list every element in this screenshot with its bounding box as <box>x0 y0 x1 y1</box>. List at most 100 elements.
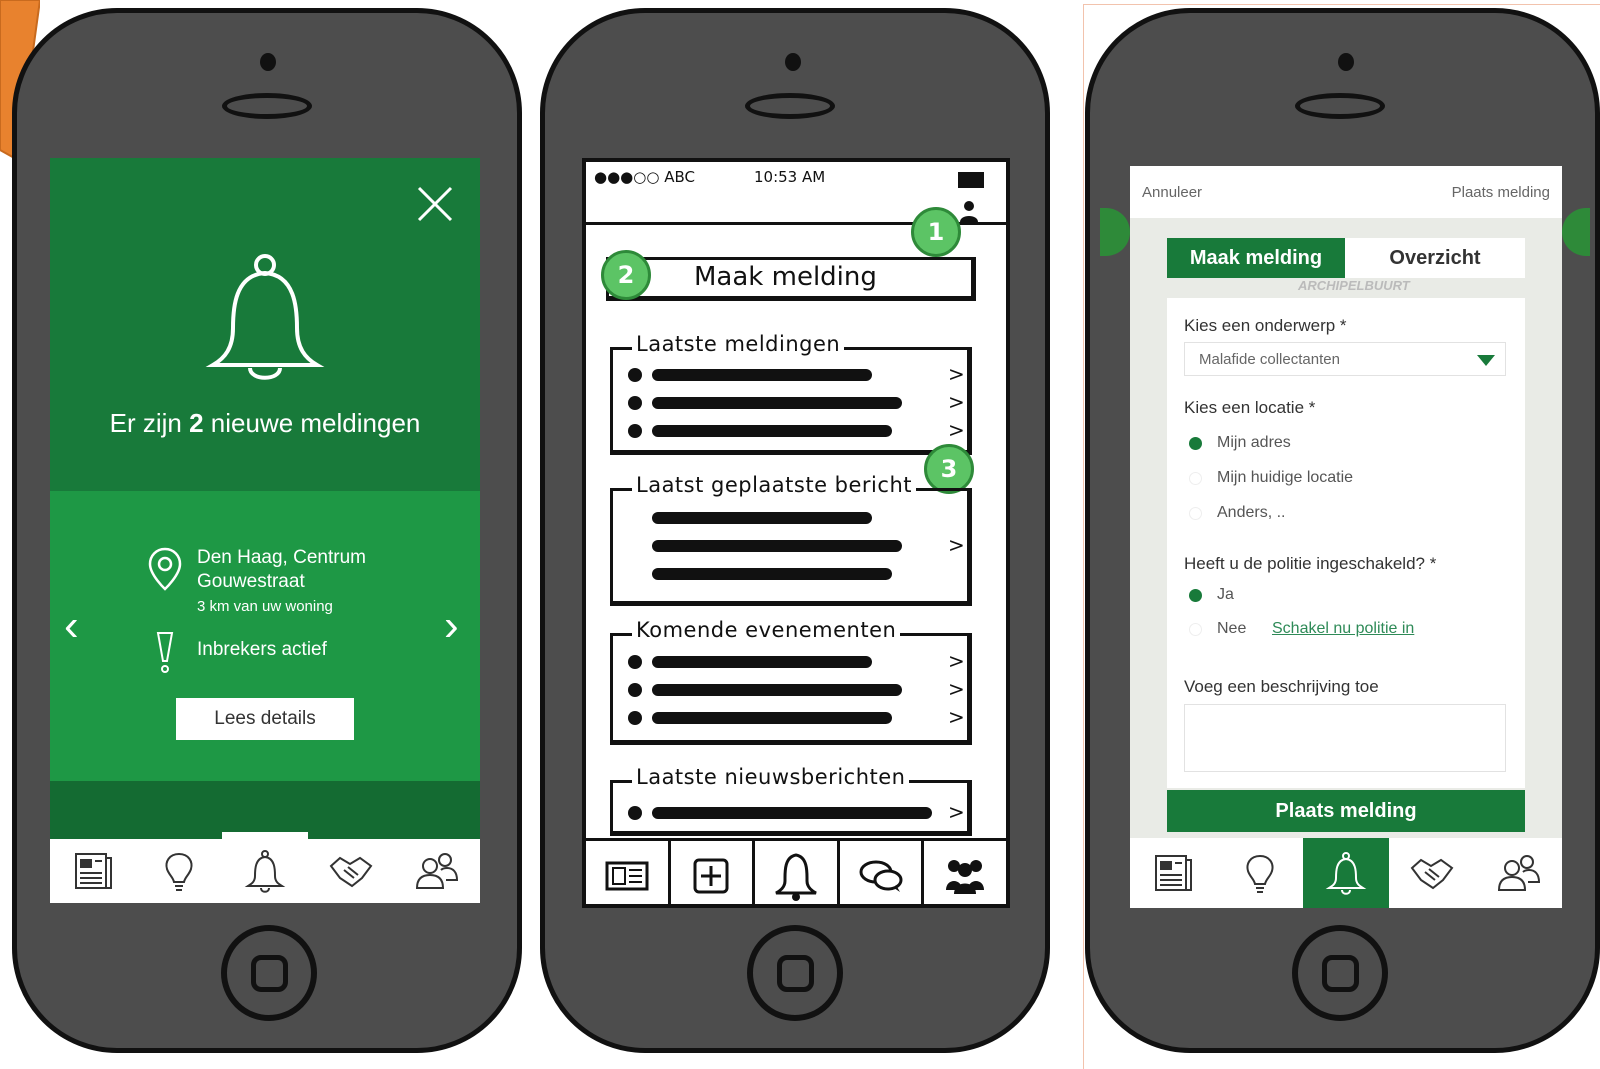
people-icon <box>415 853 459 889</box>
alert-text: Inbrekers actief <box>197 639 327 660</box>
location-street: Gouwestraat <box>197 571 305 592</box>
list-bullet <box>628 711 642 725</box>
status-time: 10:53 AM <box>754 168 826 186</box>
status-carrier: ●●●○○ ABC <box>594 168 695 186</box>
police-link[interactable]: Schakel nu politie in <box>1272 620 1414 638</box>
chevron-down-icon <box>1477 355 1495 366</box>
tab-tips[interactable] <box>136 839 222 903</box>
read-details-button[interactable]: Lees details <box>176 698 354 740</box>
phone-camera <box>785 53 801 71</box>
list-bullet <box>628 396 642 410</box>
chevron-right-icon[interactable]: > <box>948 362 965 386</box>
newspaper-icon <box>1155 855 1193 891</box>
phone-frame-2: ●●●○○ ABC 10:53 AM 1 Maak melding 2 Laat… <box>540 8 1050 1053</box>
scribble-text <box>652 712 892 724</box>
radio-other[interactable] <box>1189 507 1202 520</box>
badge-3: 3 <box>924 444 974 494</box>
scribble-text <box>652 656 872 668</box>
plus-square-icon <box>693 858 729 894</box>
chevron-right-icon[interactable]: > <box>948 533 965 557</box>
user-icon[interactable] <box>958 200 980 224</box>
chevron-right-icon[interactable]: > <box>948 800 965 824</box>
section-title: Laatst geplaatste bericht <box>632 473 916 497</box>
tab-community[interactable] <box>308 839 394 903</box>
tab-make-report[interactable]: Maak melding <box>1167 238 1345 278</box>
radio-current-location[interactable] <box>1189 472 1202 485</box>
tab-chat[interactable] <box>840 841 925 904</box>
home-button[interactable] <box>1292 925 1388 1021</box>
section-title: Laatste nieuwsberichten <box>632 765 910 789</box>
tab-notifications[interactable] <box>1302 838 1390 908</box>
list-bullet <box>628 683 642 697</box>
tab-profile[interactable] <box>394 839 480 903</box>
tab-tips[interactable] <box>1216 838 1302 908</box>
chevron-right-icon[interactable]: > <box>948 705 965 729</box>
cancel-button[interactable]: Annuleer <box>1142 184 1202 201</box>
phone-camera <box>260 53 276 71</box>
chevron-right-icon[interactable]: > <box>948 649 965 673</box>
chevron-right-icon[interactable]: > <box>948 390 965 414</box>
chevron-right-icon[interactable]: > <box>948 677 965 701</box>
location-city: Den Haag, Centrum <box>197 547 366 568</box>
subject-select[interactable]: Malafide collectanten <box>1184 342 1506 376</box>
description-label: Voeg een beschrijving toe <box>1184 677 1379 696</box>
section-title: Komende evenementen <box>632 618 901 642</box>
list-bullet <box>628 655 642 669</box>
tab-bar <box>1130 838 1562 908</box>
tab-profile[interactable] <box>1476 838 1562 908</box>
annotation-badge-partial <box>1100 208 1130 256</box>
option-other: Anders, .. <box>1217 504 1286 521</box>
tab-overview[interactable]: Overzicht <box>1345 238 1525 278</box>
tab-group[interactable] <box>924 841 1006 904</box>
phone-frame-3: Annuleer Plaats melding Maak melding Ove… <box>1085 8 1600 1053</box>
submit-report-button[interactable]: Plaats melding <box>1167 790 1525 832</box>
home-button[interactable] <box>747 925 843 1021</box>
tab-notifications[interactable] <box>755 841 840 904</box>
tab-add[interactable] <box>671 841 756 904</box>
newspaper-icon <box>75 853 112 889</box>
lightbulb-icon <box>1246 854 1274 893</box>
description-textarea[interactable] <box>1184 704 1506 772</box>
scribble-text <box>652 684 902 696</box>
option-my-address: Mijn adres <box>1217 434 1291 451</box>
bell-icon <box>244 850 286 893</box>
radio-police-yes[interactable] <box>1189 589 1202 602</box>
tab-news[interactable] <box>1130 838 1216 908</box>
radio-my-address[interactable] <box>1189 437 1202 450</box>
scribble-text <box>652 540 902 552</box>
battery-icon <box>958 172 984 188</box>
screen-notification: Er zijn 2 nieuwe meldingen Den Haag, Cen… <box>50 158 480 903</box>
lightbulb-icon <box>165 852 193 891</box>
submit-top-button[interactable]: Plaats melding <box>1452 184 1550 201</box>
handshake-icon <box>329 856 373 888</box>
scribble-text <box>652 807 932 819</box>
tab-community[interactable] <box>1389 838 1475 908</box>
phone-speaker <box>222 93 312 119</box>
handshake-icon <box>1411 858 1454 890</box>
home-button[interactable] <box>221 925 317 1021</box>
scribble-text <box>652 425 892 437</box>
newspaper-icon <box>605 861 649 891</box>
people-icon <box>1497 855 1540 891</box>
radio-police-no[interactable] <box>1189 623 1202 636</box>
list-bullet <box>628 424 642 438</box>
option-police-yes: Ja <box>1217 586 1234 603</box>
location-pin-icon <box>148 547 182 591</box>
location-label: Kies een locatie * <box>1184 398 1316 417</box>
tab-notifications[interactable] <box>222 839 308 903</box>
map-label: ARCHIPELBUURT <box>1298 278 1410 293</box>
report-form: Kies een onderwerp * Malafide collectant… <box>1167 298 1525 788</box>
chevron-right-icon[interactable]: > <box>948 418 965 442</box>
prev-arrow[interactable]: ‹ <box>64 601 79 651</box>
group-icon <box>946 860 985 894</box>
subject-label: Kies een onderwerp * <box>1184 316 1347 335</box>
tab-news[interactable] <box>50 839 136 903</box>
tab-news[interactable] <box>586 841 671 904</box>
annotation-frame-line <box>1083 4 1600 5</box>
close-icon[interactable] <box>415 184 455 224</box>
bell-icon <box>775 853 817 901</box>
screen-report-form: Annuleer Plaats melding Maak melding Ove… <box>1130 166 1562 908</box>
next-arrow[interactable]: › <box>444 601 459 651</box>
bell-icon <box>205 254 325 380</box>
annotation-frame-line <box>1083 4 1084 1069</box>
